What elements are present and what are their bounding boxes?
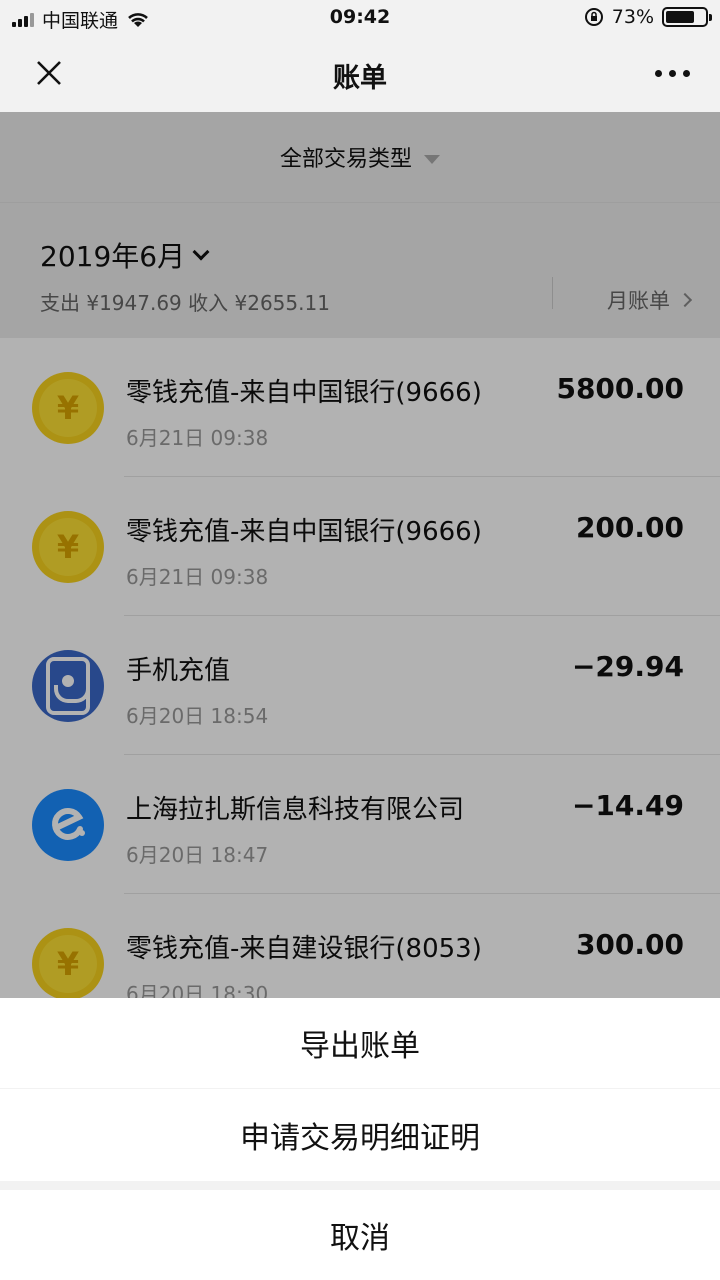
page-title: 账单 bbox=[333, 63, 387, 94]
orientation-lock-icon bbox=[584, 8, 603, 26]
action-sheet: 导出账单 申请交易明细证明 取消 bbox=[0, 998, 720, 1280]
request-transaction-certificate-button[interactable]: 申请交易明细证明 bbox=[0, 1089, 720, 1181]
more-icon[interactable] bbox=[655, 70, 690, 77]
nav-bar: 账单 bbox=[0, 36, 720, 112]
status-bar: 中国联通 09:42 73% bbox=[0, 0, 720, 36]
battery-percent: 73% bbox=[611, 6, 654, 28]
cancel-button[interactable]: 取消 bbox=[0, 1190, 720, 1280]
export-bill-button[interactable]: 导出账单 bbox=[0, 998, 720, 1088]
battery-icon bbox=[662, 7, 712, 27]
